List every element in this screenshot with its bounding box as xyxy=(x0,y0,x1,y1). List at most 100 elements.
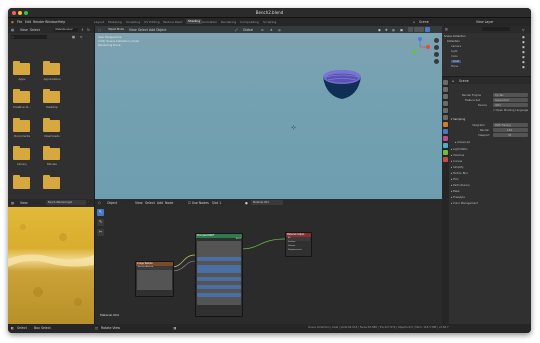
object-tab-icon[interactable] xyxy=(443,122,448,127)
navigation-gizmo[interactable] xyxy=(409,36,431,58)
filter-icon[interactable]: ▽ xyxy=(80,35,82,39)
folder-label-applications[interactable]: Applications xyxy=(38,77,66,81)
folder-icon[interactable] xyxy=(43,89,60,103)
workspace-tab-compositing[interactable]: Compositing xyxy=(240,20,259,24)
transform-orientation-icon[interactable]: ⤢ xyxy=(235,28,238,32)
camera-view-icon[interactable] xyxy=(434,52,439,57)
workspace-tab-modeling[interactable]: Modeling xyxy=(108,20,122,24)
visibility-eye-icon[interactable]: ◉ xyxy=(522,50,525,54)
outliner-filter-icon[interactable]: ▽ xyxy=(522,28,524,32)
outliner-editor-icon[interactable]: ☰ xyxy=(445,28,448,32)
pivot-icon[interactable]: ⊙ xyxy=(261,28,264,32)
workspace-tab-rendering[interactable]: Rendering xyxy=(221,20,236,24)
image-editor-icon[interactable]: ▨ xyxy=(11,201,14,205)
viewport-menu-object[interactable]: Object xyxy=(156,28,166,32)
filter-search-input[interactable] xyxy=(11,35,47,39)
folder-icon[interactable] xyxy=(13,146,30,160)
folder-icon[interactable] xyxy=(13,175,30,189)
folder-label-documents[interactable]: Documents xyxy=(8,134,36,138)
image-editor-menu-view[interactable]: View xyxy=(20,201,28,205)
physics-tab-icon[interactable] xyxy=(443,143,448,148)
rendered-shading-button[interactable] xyxy=(424,27,430,32)
solid-shading-button[interactable] xyxy=(413,27,419,32)
file-browser-menu-select[interactable]: Select xyxy=(30,28,40,32)
folder-icon[interactable] xyxy=(43,118,60,132)
refresh-icon[interactable]: ↻ xyxy=(87,28,90,32)
visibility-eye-icon[interactable]: ◉ xyxy=(522,45,525,49)
outliner-search-input[interactable] xyxy=(482,27,510,31)
3d-viewport[interactable]: ⬚ Object Mode View Select Add Object ⤢ G… xyxy=(95,26,442,199)
osl-checkbox[interactable]: ☐ Open Shading Language xyxy=(493,109,528,112)
menu-window[interactable]: Window xyxy=(45,20,58,24)
workspace-tab-scripting[interactable]: Scripting xyxy=(263,20,276,24)
file-browser-editor-icon[interactable]: ▤ xyxy=(11,28,14,32)
transform-orientation-dropdown[interactable]: Global xyxy=(243,28,253,32)
visibility-eye-icon[interactable]: ◉ xyxy=(522,35,525,39)
folder-label-downloads[interactable]: Downloads xyxy=(38,134,66,138)
snap-icon[interactable]: ⋔ xyxy=(270,28,273,32)
integrator-dropdown[interactable]: Path Tracing xyxy=(493,123,528,127)
folder-icon[interactable] xyxy=(43,175,60,189)
folder-label-apps[interactable]: Apps xyxy=(8,77,36,81)
menu-file[interactable]: File xyxy=(17,20,22,24)
material-tab-icon[interactable] xyxy=(443,157,448,162)
menu-edit[interactable]: Edit xyxy=(25,20,31,24)
visibility-icon[interactable]: ◉ xyxy=(378,28,381,32)
section-film[interactable]: ▸ Film xyxy=(451,178,458,181)
particles-tab-icon[interactable] xyxy=(443,136,448,141)
workspace-tab-sculpting[interactable]: Sculpting xyxy=(126,20,140,24)
outliner-item-light[interactable]: Light xyxy=(451,50,457,53)
render-tab-icon[interactable] xyxy=(443,87,448,92)
viewport-menu-add[interactable]: Add xyxy=(149,28,155,32)
file-path-field[interactable]: /Users/uuuun/ xyxy=(54,27,78,32)
object-mode-dropdown[interactable]: Object Mode xyxy=(107,27,125,32)
feature-set-dropdown[interactable]: Supported xyxy=(493,98,528,102)
data-tab-icon[interactable] xyxy=(443,150,448,155)
folder-icon[interactable] xyxy=(43,146,60,160)
perspective-toggle-icon[interactable] xyxy=(434,59,439,64)
viewport-menu-select[interactable]: Select xyxy=(138,28,148,32)
bowl-3d-object[interactable] xyxy=(312,64,372,102)
folder-label-movies[interactable]: Movies xyxy=(38,162,66,166)
outliner-item-bowl[interactable]: bowl xyxy=(451,60,462,63)
modifier-tab-icon[interactable] xyxy=(443,129,448,134)
3d-cursor-icon[interactable]: ⊹ xyxy=(291,124,296,131)
zoom-icon[interactable] xyxy=(434,38,439,43)
scene-tab-icon[interactable] xyxy=(443,108,448,113)
visibility-eye-icon[interactable]: ◉ xyxy=(522,60,525,64)
display-mode-icon[interactable]: ▦ xyxy=(72,35,75,39)
menu-render[interactable]: Render xyxy=(33,20,44,24)
scene-selector-icon[interactable]: ⌂ xyxy=(413,20,415,24)
folder-icon[interactable] xyxy=(43,61,60,75)
visibility-eye-icon[interactable]: ◉ xyxy=(522,65,525,69)
render-samples-field[interactable]: 128 xyxy=(493,128,528,132)
render-engine-dropdown[interactable]: Cycles xyxy=(493,93,528,97)
device-dropdown[interactable]: GPU xyxy=(493,103,528,107)
visibility-eye-icon[interactable]: ◉ xyxy=(522,40,525,44)
viewport-samples-field[interactable]: 32 xyxy=(493,133,528,137)
pan-icon[interactable] xyxy=(434,45,439,50)
visibility-eye-icon[interactable]: ◉ xyxy=(522,55,525,59)
material-shading-button[interactable] xyxy=(419,27,424,32)
section-light-paths[interactable]: ▸ Light Paths xyxy=(451,148,468,151)
section-sampling[interactable]: ▾ Sampling xyxy=(451,118,465,121)
section-performance[interactable]: ▸ Performance xyxy=(451,184,470,187)
view-layer-selector[interactable]: View Layer xyxy=(476,20,493,24)
parent-directory-icon[interactable]: ↑ xyxy=(81,28,84,32)
workspace-tab-animation[interactable]: Animation xyxy=(202,20,217,24)
section-volumes[interactable]: ▸ Volumes xyxy=(451,154,464,157)
viewport-menu-view[interactable]: View xyxy=(129,28,137,32)
gizmo-toggle-icon[interactable]: ✥ xyxy=(385,28,388,32)
folder-icon[interactable] xyxy=(13,89,30,103)
image-texture-colorspace[interactable] xyxy=(137,286,172,290)
bsdf-input-row[interactable] xyxy=(197,301,241,305)
world-tab-icon[interactable] xyxy=(443,115,448,120)
folder-label-desktop[interactable]: Desktop xyxy=(38,105,66,109)
scene-selector[interactable]: Scene xyxy=(419,20,429,24)
image-texture-node[interactable]: Image Texture Bench+Backed xyxy=(135,261,174,297)
output-tab-icon[interactable] xyxy=(443,94,448,99)
blender-logo-icon[interactable]: ◉ xyxy=(11,20,14,24)
workspace-tab-layout[interactable]: Layout xyxy=(94,20,104,24)
section-simplify[interactable]: ▸ Simplify xyxy=(451,166,464,169)
shader-node-editor[interactable]: ⬡ Object View Select Add Node ☑ Use Node… xyxy=(95,199,442,324)
